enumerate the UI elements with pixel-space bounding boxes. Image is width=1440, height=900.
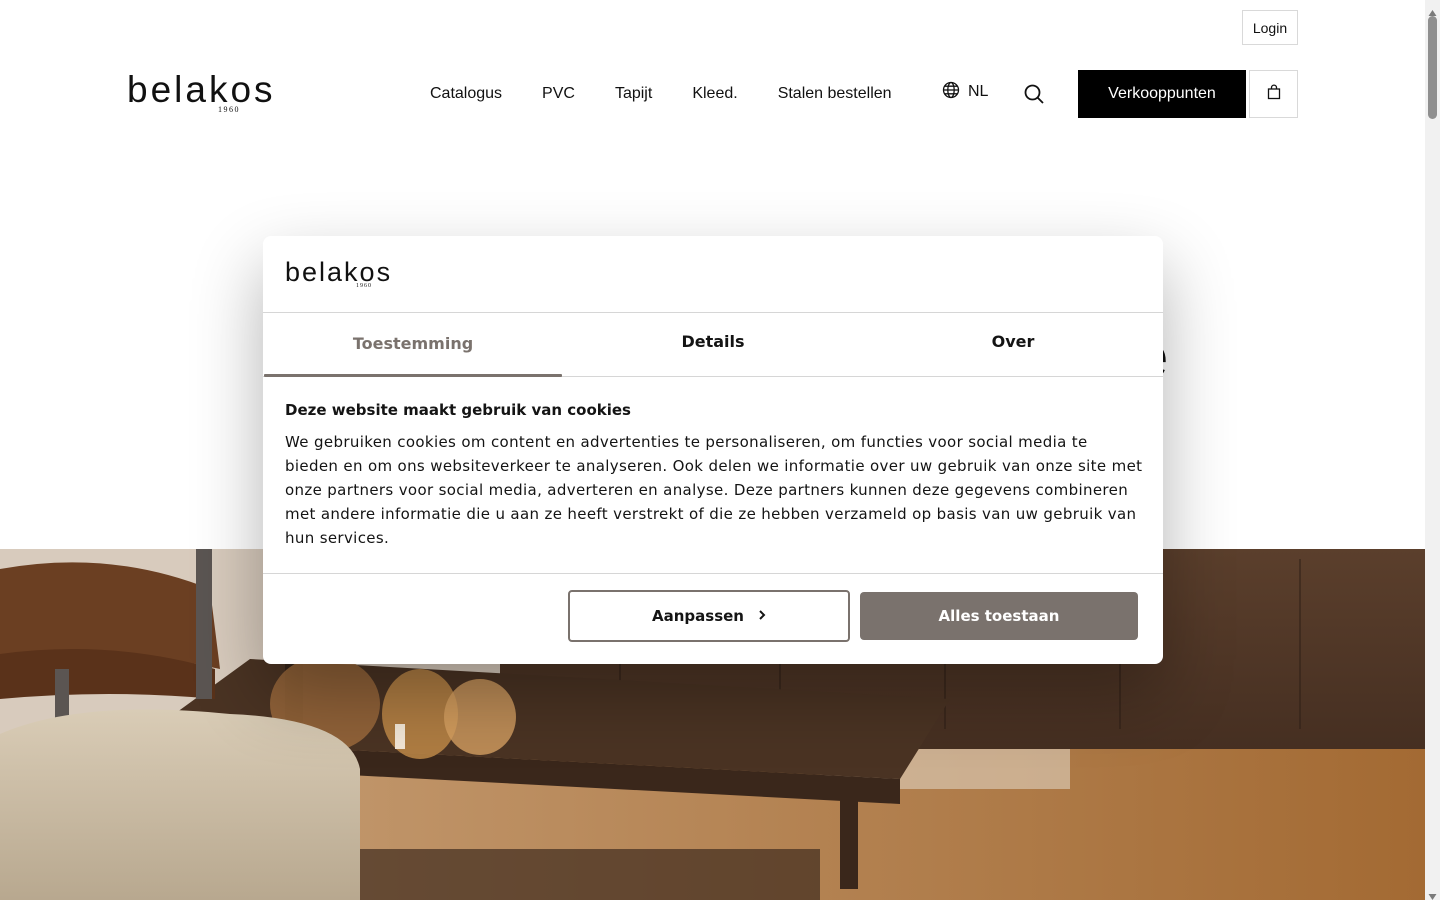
dialog-footer: Aanpassen Alles toestaan xyxy=(263,573,1163,664)
cart-button[interactable] xyxy=(1249,70,1298,118)
shopping-bag-icon xyxy=(1267,84,1281,104)
dialog-logo-year: 1960 xyxy=(356,283,372,289)
globe-icon xyxy=(942,81,960,103)
cookie-consent-dialog: belakos 1960 Toestemming Details Over De… xyxy=(263,236,1163,664)
allow-all-button[interactable]: Alles toestaan xyxy=(860,592,1138,640)
tab-label: Details xyxy=(681,332,745,351)
nav-item-tapijt[interactable]: Tapijt xyxy=(615,82,652,106)
dialog-logo-wordmark: belakos xyxy=(285,257,393,287)
nav-item-pvc[interactable]: PVC xyxy=(542,82,575,106)
page-scrollbar[interactable] xyxy=(1425,0,1440,900)
login-button[interactable]: Login xyxy=(1242,10,1298,45)
search-button[interactable] xyxy=(1022,82,1046,106)
customize-button[interactable]: Aanpassen xyxy=(568,590,850,642)
dialog-tabs: Toestemming Details Over xyxy=(263,313,1163,377)
language-label: NL xyxy=(968,83,989,100)
dialog-header: belakos 1960 xyxy=(263,236,1163,313)
stores-button[interactable]: Verkooppunten xyxy=(1078,70,1246,118)
nav-item-kleed[interactable]: Kleed. xyxy=(692,82,737,106)
dialog-logo: belakos 1960 xyxy=(285,258,390,292)
scroll-down-arrow-icon[interactable] xyxy=(1425,887,1440,900)
main-nav: Catalogus PVC Tapijt Kleed. Stalen beste… xyxy=(430,82,892,106)
logo-wordmark: belakos xyxy=(127,69,276,110)
cookie-heading: Deze website maakt gebruik van cookies xyxy=(285,401,631,419)
language-selector[interactable]: NL xyxy=(942,81,988,103)
customize-label: Aanpassen xyxy=(652,607,744,625)
nav-item-catalogus[interactable]: Catalogus xyxy=(430,82,502,106)
cookie-description: We gebruiken cookies om content en adver… xyxy=(285,433,1143,547)
nav-item-stalen-bestellen[interactable]: Stalen bestellen xyxy=(778,82,892,106)
dialog-body: Deze website maakt gebruik van cookies W… xyxy=(285,400,1145,550)
site-logo[interactable]: belakos 1960 xyxy=(127,70,273,116)
logo-year: 1960 xyxy=(218,105,240,114)
tab-label: Toestemming xyxy=(352,334,474,353)
search-icon xyxy=(1022,84,1046,110)
tab-over[interactable]: Over xyxy=(863,313,1163,376)
chevron-right-icon xyxy=(758,607,766,625)
tab-label: Over xyxy=(991,332,1035,351)
scroll-up-arrow-icon[interactable] xyxy=(1425,3,1440,16)
tab-toestemming[interactable]: Toestemming xyxy=(263,313,563,377)
tab-details[interactable]: Details xyxy=(563,313,863,376)
scrollbar-thumb[interactable] xyxy=(1428,16,1437,119)
